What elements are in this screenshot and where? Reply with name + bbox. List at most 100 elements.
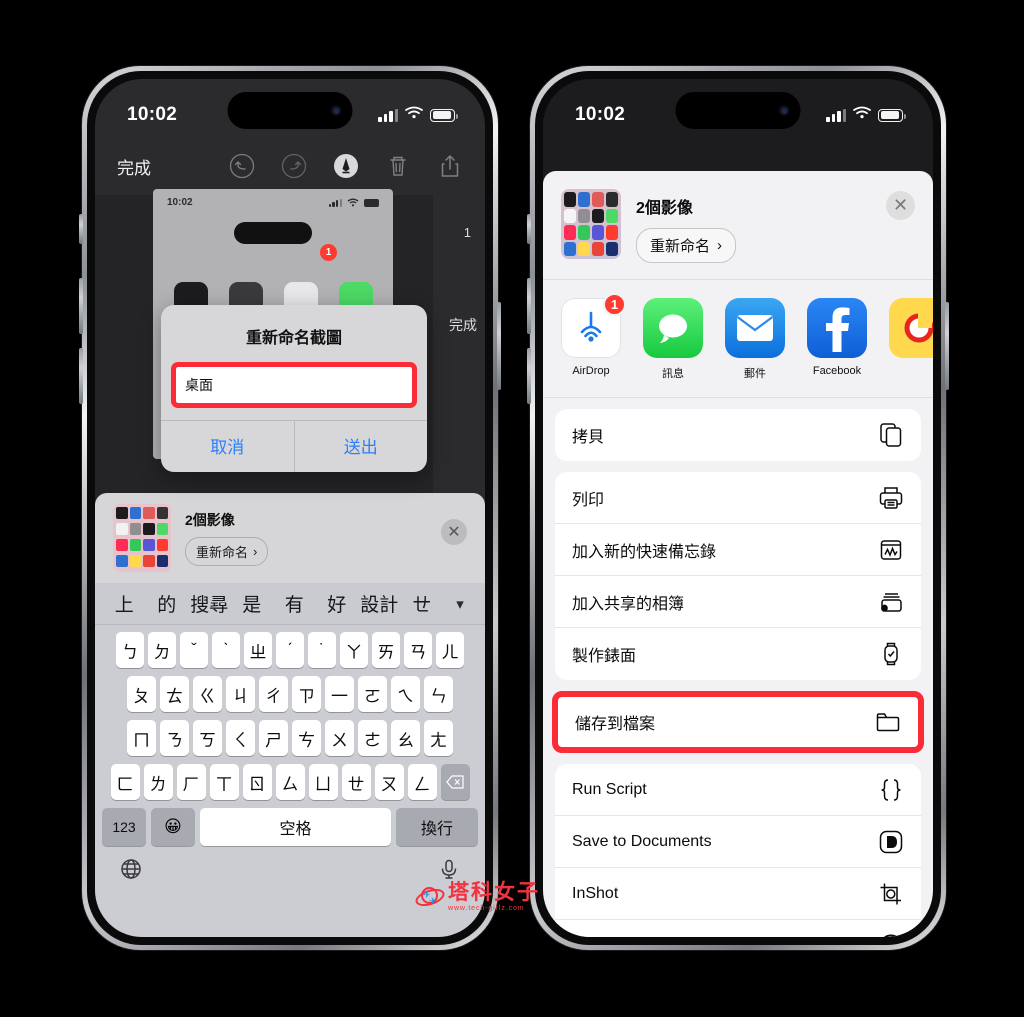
share-app-mail[interactable]: 郵件 xyxy=(725,298,785,381)
key[interactable]: ㄏ xyxy=(176,764,206,800)
rename-button[interactable]: 重新命名 › xyxy=(636,228,737,263)
key[interactable]: ˇ xyxy=(180,632,208,668)
key[interactable]: ㄓ xyxy=(244,632,272,668)
delete-key-icon[interactable] xyxy=(440,764,470,800)
key[interactable]: ˋ xyxy=(212,632,240,668)
key[interactable]: ˊ xyxy=(276,632,304,668)
key[interactable]: ㄝ xyxy=(341,764,371,800)
space-key[interactable]: 空格 xyxy=(200,808,391,846)
key[interactable]: ㄞ xyxy=(372,632,400,668)
key[interactable]: ㄎ xyxy=(193,720,222,756)
key[interactable]: ㄊ xyxy=(160,676,189,712)
key[interactable]: ㄉ xyxy=(148,632,176,668)
silent-switch[interactable] xyxy=(527,214,531,244)
action-row-save-draft[interactable]: 儲存為草稿 xyxy=(555,920,921,937)
key[interactable]: ㄑ xyxy=(226,720,255,756)
enter-key[interactable]: 換行 xyxy=(396,808,478,846)
quick-note-icon xyxy=(878,537,904,563)
key[interactable]: ㄕ xyxy=(259,720,288,756)
suggestion-item[interactable]: 的 xyxy=(146,590,189,617)
share-app-messages[interactable]: 訊息 xyxy=(643,298,703,381)
key[interactable]: ㄟ xyxy=(391,676,420,712)
volume-down-button[interactable] xyxy=(527,348,531,404)
key[interactable]: ㄖ xyxy=(242,764,272,800)
key[interactable]: ㄐ xyxy=(226,676,255,712)
key[interactable]: ㄋ xyxy=(160,720,189,756)
suggestion-item[interactable]: 上 xyxy=(103,590,146,617)
markup-pen-icon[interactable] xyxy=(333,153,359,179)
key[interactable]: ㄢ xyxy=(404,632,432,668)
suggestion-item[interactable]: 搜尋 xyxy=(188,590,231,617)
volume-up-button[interactable] xyxy=(79,278,83,334)
action-row-watch-face[interactable]: 製作錶面 xyxy=(555,628,921,680)
key[interactable]: ˙ xyxy=(308,632,336,668)
phone-left-screen: 10:02 時鐘 相機 Watch 訊息 1 xyxy=(95,79,485,937)
key[interactable]: ㄅ xyxy=(116,632,144,668)
close-icon[interactable]: ✕ xyxy=(441,519,467,545)
action-row-copy[interactable]: 拷貝 xyxy=(555,409,921,461)
key[interactable]: ㄨ xyxy=(325,720,354,756)
suggestion-item[interactable]: 設計 xyxy=(358,590,401,617)
key[interactable]: ㄈ xyxy=(110,764,140,800)
action-row-shared-album[interactable]: 加入共享的相簿 xyxy=(555,576,921,628)
dynamic-island xyxy=(675,92,801,129)
share-app-partial[interactable] xyxy=(889,298,933,381)
chevron-down-icon[interactable]: ▾ xyxy=(443,595,477,613)
key[interactable]: ㄥ xyxy=(407,764,437,800)
markup-done-button[interactable]: 完成 xyxy=(117,154,151,179)
key[interactable]: ㄛ xyxy=(358,676,387,712)
emoji-key-icon[interactable]: 😀 xyxy=(151,808,195,846)
action-row-quick-note[interactable]: 加入新的快速備忘錄 xyxy=(555,524,921,576)
action-row-inshot[interactable]: InShot xyxy=(555,868,921,920)
redo-icon[interactable] xyxy=(281,153,307,179)
key[interactable]: ㄆ xyxy=(127,676,156,712)
key[interactable]: ㄍ xyxy=(193,676,222,712)
key[interactable]: ㄤ xyxy=(424,720,453,756)
key[interactable]: ㄠ xyxy=(391,720,420,756)
close-icon[interactable]: ✕ xyxy=(886,191,915,220)
globe-icon[interactable] xyxy=(120,858,142,885)
power-button[interactable] xyxy=(945,302,949,390)
key[interactable]: ㄦ xyxy=(436,632,464,668)
key[interactable]: ㄡ xyxy=(374,764,404,800)
undo-icon[interactable] xyxy=(229,153,255,179)
action-row-save-to-files[interactable]: 儲存到檔案 xyxy=(558,697,918,747)
volume-up-button[interactable] xyxy=(527,278,531,334)
silent-switch[interactable] xyxy=(79,214,83,244)
share-app-airdrop[interactable]: 1 AirDrop xyxy=(561,293,626,381)
share-icon[interactable] xyxy=(437,153,463,179)
suggestion-item[interactable]: ㄝ xyxy=(401,590,444,617)
peek-done-label: 完成 xyxy=(449,317,477,333)
action-row-run-script[interactable]: Run Script xyxy=(555,764,921,816)
key[interactable]: ㄒ xyxy=(209,764,239,800)
key[interactable]: ㄗ xyxy=(292,676,321,712)
action-row-save-to-documents[interactable]: Save to Documents xyxy=(555,816,921,868)
key[interactable]: ㄇ xyxy=(127,720,156,756)
share-thumbnail[interactable] xyxy=(561,189,621,259)
preview-notch xyxy=(234,222,312,244)
key[interactable]: ㄜ xyxy=(358,720,387,756)
key[interactable]: ㄌ xyxy=(143,764,173,800)
suggestion-item[interactable]: 好 xyxy=(316,590,359,617)
share-app-facebook[interactable]: Facebook xyxy=(807,298,867,381)
key[interactable]: ㄘ xyxy=(292,720,321,756)
trash-icon[interactable] xyxy=(385,153,411,179)
alert-cancel-button[interactable]: 取消 xyxy=(161,421,295,472)
volume-down-button[interactable] xyxy=(79,348,83,404)
status-indicators xyxy=(378,106,458,124)
share-thumbnail[interactable] xyxy=(113,504,171,572)
key[interactable]: ㄔ xyxy=(259,676,288,712)
suggestion-item[interactable]: 有 xyxy=(273,590,316,617)
action-row-print[interactable]: 列印 xyxy=(555,472,921,524)
key[interactable]: ㄚ xyxy=(340,632,368,668)
suggestion-item[interactable]: 是 xyxy=(231,590,274,617)
key[interactable]: 一 xyxy=(325,676,354,712)
numeric-key[interactable]: 123 xyxy=(102,808,146,846)
power-button[interactable] xyxy=(497,302,501,390)
rename-button-left[interactable]: 重新命名 › xyxy=(185,537,269,566)
key[interactable]: ㄩ xyxy=(308,764,338,800)
key[interactable]: ㄙ xyxy=(275,764,305,800)
rename-input[interactable]: 桌面 xyxy=(176,367,412,403)
alert-submit-button[interactable]: 送出 xyxy=(295,421,428,472)
key[interactable]: ㄣ xyxy=(424,676,453,712)
